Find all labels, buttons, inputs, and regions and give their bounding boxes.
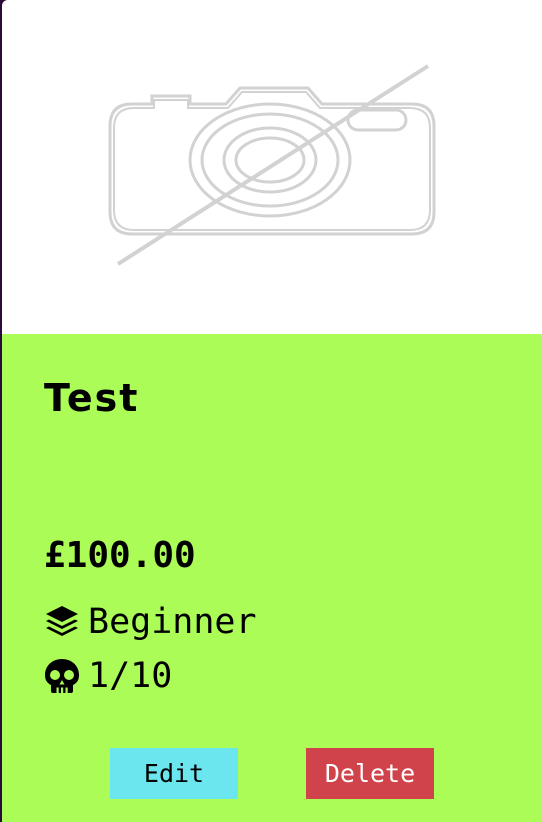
card-price: £100.00 — [44, 535, 196, 576]
level-label: Beginner — [88, 602, 257, 642]
no-image-camera-icon — [108, 64, 436, 266]
card-title: Test — [44, 376, 140, 420]
edit-button[interactable]: Edit — [110, 748, 238, 799]
tour-card: Test £100.00 Beginner 1/10 Edit Delete — [2, 0, 542, 822]
delete-button[interactable]: Delete — [306, 748, 434, 799]
card-image — [2, 0, 542, 334]
difficulty-row: 1/10 — [44, 656, 172, 696]
level-row: Beginner — [44, 602, 257, 642]
layers-icon — [46, 606, 78, 636]
skull-icon — [45, 659, 79, 693]
difficulty-label: 1/10 — [88, 656, 173, 696]
card-body: Test £100.00 Beginner 1/10 Edit Delete — [2, 334, 542, 822]
